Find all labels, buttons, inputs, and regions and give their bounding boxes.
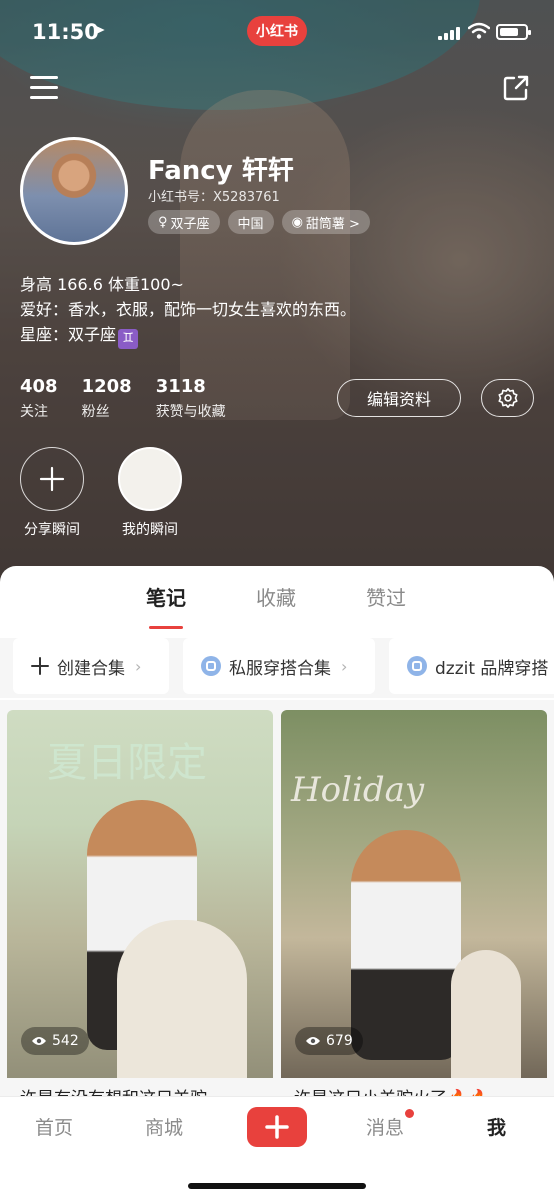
wifi-icon — [468, 22, 490, 39]
add-post-button[interactable] — [247, 1107, 307, 1147]
tab-collections[interactable]: 收藏 — [256, 582, 296, 611]
view-count: 542 — [21, 1027, 89, 1055]
notification-dot — [405, 1109, 414, 1118]
eye-icon — [32, 1037, 46, 1045]
create-collection-chip[interactable]: 创建合集 › — [13, 638, 169, 694]
chip-label: 私服穿搭合集 — [229, 658, 331, 679]
bio-line: 星座：双子座 ♊ — [20, 322, 356, 349]
view-count-number: 542 — [52, 1033, 79, 1049]
plus-icon — [31, 657, 49, 675]
share-icon[interactable] — [502, 74, 530, 102]
home-indicator — [188, 1183, 366, 1189]
collection-chip[interactable]: dzzit 品牌穿搭 — [389, 638, 554, 694]
notes-feed: 夏日限定 542 Holiday 679 — [0, 700, 554, 1100]
content-tabs: 笔记 收藏 赞过 — [0, 582, 554, 629]
status-time: 11:50 — [32, 20, 99, 44]
avatar[interactable] — [20, 137, 128, 245]
chip-label: 创建合集 — [57, 658, 125, 679]
note-photo-alpaca — [451, 950, 521, 1090]
gear-icon — [497, 388, 518, 408]
tag-label: 中国 — [237, 216, 264, 232]
tag-label: 甜筒薯 > — [305, 216, 360, 232]
my-moments-button[interactable]: 我的瞬间 — [110, 447, 190, 539]
stat-followers[interactable]: 1208 粉丝 — [82, 376, 132, 421]
bio-line: 身高 166.6 体重100~ — [20, 275, 184, 294]
nav-messages[interactable]: 消息 — [366, 1113, 404, 1140]
nav-mall[interactable]: 商城 — [145, 1113, 183, 1140]
stat-number: 408 — [20, 376, 58, 397]
menu-icon[interactable] — [30, 76, 58, 100]
gemini-icon: ♊ — [118, 329, 139, 349]
chevron-right-icon: › — [341, 656, 348, 676]
tab-notes[interactable]: 笔记 — [146, 582, 186, 611]
moment-thumbnail — [118, 447, 182, 511]
note-card[interactable]: 夏日限定 542 — [7, 710, 273, 1090]
stat-number: 1208 — [81, 376, 132, 397]
edit-profile-button[interactable]: 编辑资料 — [337, 379, 461, 417]
note-photo-alpaca — [117, 920, 247, 1090]
note-art-text: Holiday — [291, 770, 425, 810]
badge-icon: ◉ — [291, 214, 303, 230]
nav-home[interactable]: 首页 — [35, 1113, 73, 1140]
bottom-nav: 首页 商城 消息 我 — [0, 1096, 554, 1200]
username: Fancy 轩轩 — [148, 156, 294, 186]
status-bar: 11:50 ➤ 小红书 — [0, 16, 554, 48]
plus-icon — [20, 447, 84, 511]
stat-label: 关注 — [20, 404, 48, 420]
tag-zodiac[interactable]: ♀ 双子座 — [148, 210, 220, 234]
moment-label: 我的瞬间 — [122, 522, 178, 538]
active-tab-indicator — [149, 626, 183, 629]
chevron-right-icon: › — [135, 656, 142, 676]
chip-label: dzzit 品牌穿搭 — [435, 658, 549, 679]
battery-icon — [496, 24, 531, 40]
bio-zodiac-text: 星座：双子座 — [20, 325, 117, 344]
collections-row: 创建合集 › 私服穿搭合集 › dzzit 品牌穿搭 — [0, 638, 554, 698]
eye-icon — [306, 1037, 320, 1045]
location-arrow-icon: ➤ — [92, 20, 106, 39]
note-photo — [351, 830, 461, 1060]
profile-tags: ♀ 双子座 中国 ◉ 甜筒薯 > — [148, 210, 370, 234]
tag-level[interactable]: ◉ 甜筒薯 > — [281, 210, 370, 234]
plus-icon — [265, 1115, 289, 1139]
collection-chip[interactable]: 私服穿搭合集 › — [183, 638, 375, 694]
stat-label: 粉丝 — [81, 404, 110, 420]
cellular-signal-icon — [438, 26, 462, 40]
tag-label: 双子座 — [170, 216, 210, 232]
view-count-number: 679 — [326, 1033, 353, 1049]
collection-icon — [407, 656, 427, 676]
tag-country[interactable]: 中国 — [227, 210, 274, 234]
collection-icon — [201, 656, 221, 676]
female-icon: ♀ — [158, 214, 168, 230]
moment-label: 分享瞬间 — [24, 522, 80, 538]
bio: 身高 166.6 体重100~ 爱好：香水，衣服，配饰一切女生喜欢的东西。 星座… — [20, 272, 356, 349]
bio-line: 爱好：香水，衣服，配饰一切女生喜欢的东西。 — [20, 300, 357, 319]
stat-following[interactable]: 408 关注 — [20, 376, 58, 421]
brand-logo: 小红书 — [247, 16, 307, 46]
view-count: 679 — [295, 1027, 363, 1055]
stat-number: 3118 — [155, 376, 206, 397]
nav-me[interactable]: 我 — [487, 1113, 506, 1140]
tab-liked[interactable]: 赞过 — [366, 582, 406, 611]
settings-button[interactable] — [481, 379, 534, 417]
stat-likes[interactable]: 3118 获赞与收藏 — [156, 376, 226, 421]
share-moment-button[interactable]: 分享瞬间 — [12, 447, 92, 539]
note-card[interactable]: Holiday 679 — [281, 710, 547, 1090]
stat-label: 获赞与收藏 — [155, 404, 226, 420]
user-id: 小红书号：X5283761 — [148, 190, 280, 205]
profile-stats: 408 关注 1208 粉丝 3118 获赞与收藏 — [20, 376, 250, 421]
note-art-text: 夏日限定 — [47, 740, 207, 786]
